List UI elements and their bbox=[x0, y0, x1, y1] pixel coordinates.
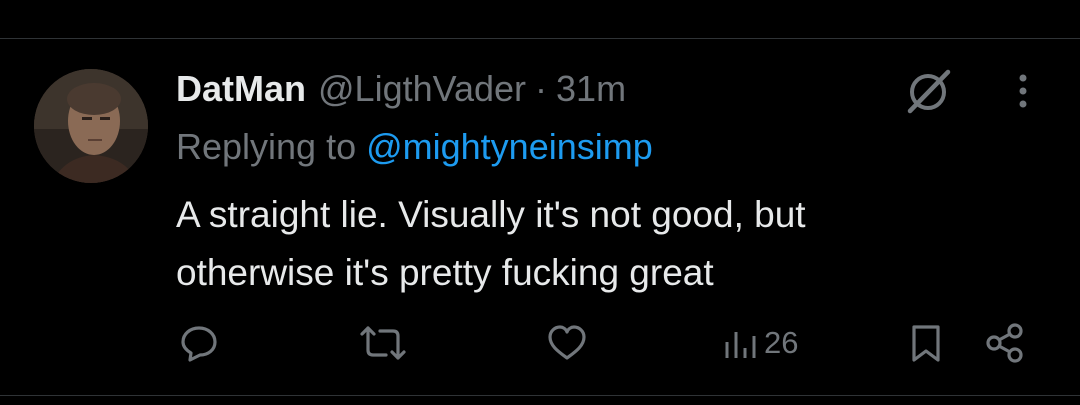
share-icon bbox=[986, 323, 1023, 363]
tweet-header: DatMan @LigthVader · 31m bbox=[176, 66, 626, 112]
bookmark-button[interactable] bbox=[908, 320, 944, 366]
tweet-text: A straight lie. Visually it's not good, … bbox=[176, 186, 1036, 302]
views-icon bbox=[725, 332, 756, 358]
user-handle[interactable]: @LigthVader bbox=[318, 68, 526, 110]
avatar[interactable] bbox=[34, 69, 148, 183]
reply-icon bbox=[181, 326, 217, 362]
share-button[interactable] bbox=[984, 320, 1026, 366]
grok-icon[interactable] bbox=[903, 68, 953, 114]
display-name[interactable]: DatMan bbox=[176, 68, 306, 110]
tweet-text-line: A straight lie. Visually it's not good, … bbox=[176, 194, 806, 235]
bookmark-icon bbox=[912, 325, 940, 362]
reply-button[interactable] bbox=[178, 320, 220, 366]
avatar-image bbox=[34, 69, 148, 183]
retweet-button[interactable] bbox=[358, 320, 408, 366]
views-button[interactable]: 26 bbox=[722, 320, 798, 366]
separator-dot: · bbox=[535, 68, 548, 109]
timestamp[interactable]: 31m bbox=[556, 68, 626, 110]
tweet-text-line: otherwise it's pretty fucking great bbox=[176, 252, 714, 293]
bottom-divider bbox=[0, 395, 1080, 396]
replying-to-label: Replying to bbox=[176, 126, 357, 167]
replying-to-mention[interactable]: @mightyneinsimp bbox=[366, 126, 653, 168]
views-count: 26 bbox=[764, 325, 799, 360]
like-icon bbox=[548, 325, 586, 360]
replying-to: Replying to @mightyneinsimp bbox=[176, 124, 653, 170]
more-icon[interactable] bbox=[1010, 70, 1036, 112]
top-divider bbox=[0, 38, 1080, 39]
retweet-icon bbox=[360, 326, 406, 360]
like-button[interactable] bbox=[545, 320, 589, 366]
